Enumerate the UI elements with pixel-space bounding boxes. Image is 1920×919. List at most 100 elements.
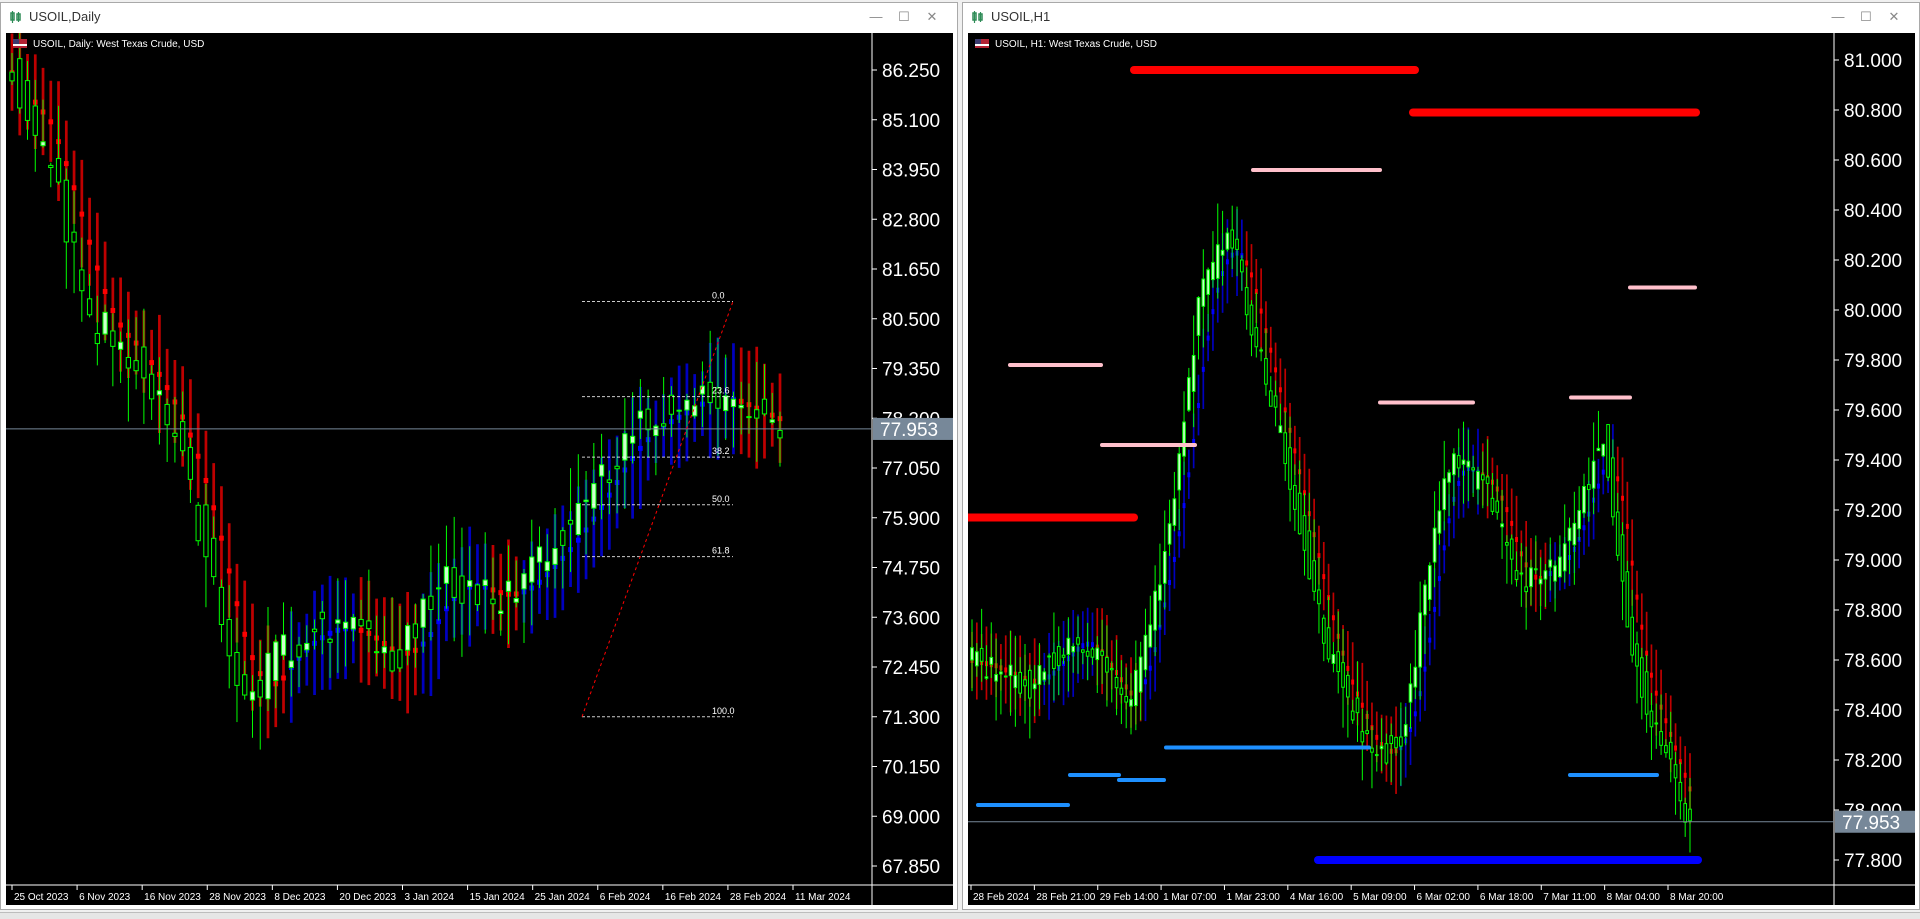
h1-chart-area[interactable]: 81.000 80.800 80.600 80.400 80.200 80.000 79.8… [968, 33, 1915, 905]
ma-dot [71, 185, 77, 191]
ma-dot [358, 627, 364, 633]
candle-body [1461, 459, 1466, 465]
price-tick-label: 81.000 [1844, 51, 1902, 72]
candle-body [1408, 683, 1413, 703]
candle-body [1524, 586, 1528, 593]
daily-chart-area[interactable]: 86.250 85.100 83.950 82.800 81.650 80.500 79.3… [6, 33, 953, 905]
ma-dot [102, 288, 108, 294]
candle-body [1028, 669, 1032, 699]
candle-body [1307, 530, 1312, 580]
candle-body [989, 656, 994, 665]
candle-body [1023, 679, 1027, 687]
fib-level-label: 23.6 [712, 386, 730, 396]
candle-body [17, 58, 23, 109]
candle-body [1394, 736, 1398, 749]
maximize-icon[interactable]: ☐ [891, 7, 917, 27]
candle-body [1533, 568, 1538, 571]
window-titlebar[interactable]: USOIL,H1 — ☐ ✕ [963, 3, 1919, 31]
ma-dot [1225, 259, 1229, 265]
ma-dot [1433, 606, 1437, 612]
candle-body [1182, 421, 1186, 457]
price-tick-label: 79.800 [1844, 351, 1902, 372]
ma-dot [1596, 483, 1600, 489]
candle-body [71, 231, 77, 243]
candle-body [1586, 484, 1591, 491]
time-tick-label: 15 Jan 2024 [470, 892, 525, 903]
us-flag-icon [13, 39, 27, 48]
candle-body [195, 504, 201, 542]
candle-body [1456, 455, 1461, 469]
candle-body [1639, 657, 1644, 698]
ma-dot [1004, 667, 1008, 673]
ma-dot [1148, 665, 1152, 671]
daily-chart-window[interactable]: USOIL,Daily — ☐ ✕ 86.250 85.100 83.950 82.8… [0, 2, 958, 910]
ma-dot [1331, 615, 1335, 621]
time-tick-label: 25 Oct 2023 [14, 892, 69, 903]
close-icon[interactable]: ✕ [1881, 7, 1907, 27]
candle-body [1331, 654, 1336, 664]
h1-chart-window[interactable]: USOIL,H1 — ☐ ✕ 81.000 80.800 80.600 80.400 8… [962, 2, 1920, 910]
candle-body [1664, 745, 1668, 754]
candle-body [1365, 730, 1369, 734]
price-tick-label: 86.250 [882, 61, 940, 82]
candle-body [265, 652, 271, 700]
minimize-icon[interactable]: — [863, 7, 889, 27]
candle-body [769, 419, 775, 423]
ma-dot [1346, 665, 1350, 671]
candle-body [79, 269, 85, 292]
candle-body [125, 356, 131, 369]
candle-body [381, 646, 387, 654]
minimize-icon[interactable]: — [1825, 7, 1851, 27]
maximize-icon[interactable]: ☐ [1853, 7, 1879, 27]
candle-body [1191, 354, 1196, 392]
candle-body [970, 647, 974, 661]
candle-body [536, 546, 543, 563]
time-tick-label: 6 Nov 2023 [79, 892, 131, 903]
candle-body [1553, 565, 1557, 582]
ma-dot [1683, 772, 1687, 778]
close-icon[interactable]: ✕ [919, 7, 945, 27]
h1-candlestick-chart[interactable]: 81.000 80.800 80.600 80.400 80.200 80.000 79.8… [968, 33, 1915, 905]
ma-dot [1457, 480, 1461, 486]
candle-body [1220, 249, 1225, 256]
candle-body [552, 548, 558, 565]
price-tick-label: 80.000 [1844, 301, 1902, 322]
candle-body [94, 332, 100, 345]
daily-candlestick-chart[interactable]: 86.250 85.100 83.950 82.800 81.650 80.500 79.3… [6, 33, 953, 905]
candle-body [1678, 781, 1683, 802]
candle-body [1066, 637, 1071, 655]
ma-dot [1360, 702, 1364, 708]
candle-body [1129, 699, 1133, 707]
candle-body [1437, 510, 1442, 534]
candle-body [1485, 476, 1490, 484]
chart-window-icon [972, 11, 983, 23]
price-tick-label: 78.400 [1844, 701, 1902, 722]
candle-body [249, 691, 256, 701]
ma-dot [1187, 472, 1191, 478]
candle-body [1625, 571, 1630, 628]
window-title: USOIL,H1 [991, 9, 1051, 24]
candle-body [9, 71, 15, 82]
candle-body [164, 403, 170, 426]
ma-dot [1423, 666, 1427, 672]
price-tick-label: 69.000 [882, 807, 940, 828]
candle-body [1076, 637, 1080, 645]
fibonacci-retracement: 0.0 23.6 38.2 50.0 61.8 100.0 [581, 290, 735, 718]
price-tick-label: 79.400 [1844, 451, 1902, 472]
ma-dot [575, 537, 581, 543]
price-tick-label: 80.800 [1844, 101, 1902, 122]
candle-body [211, 537, 217, 578]
candle-body [1370, 747, 1374, 753]
time-tick-label: 16 Nov 2023 [144, 892, 201, 903]
candle-body [358, 618, 364, 627]
candle-body [1336, 651, 1341, 673]
price-tick-label: 80.200 [1844, 251, 1902, 272]
candle-body [567, 519, 574, 525]
window-titlebar[interactable]: USOIL,Daily — ☐ ✕ [1, 3, 957, 31]
ma-dot [79, 211, 85, 217]
ma-dot [1250, 272, 1253, 278]
candle-body [1211, 261, 1215, 281]
candle-body [1187, 377, 1191, 411]
current-price-label: 77.953 [1842, 813, 1900, 834]
candle-body [668, 394, 675, 415]
